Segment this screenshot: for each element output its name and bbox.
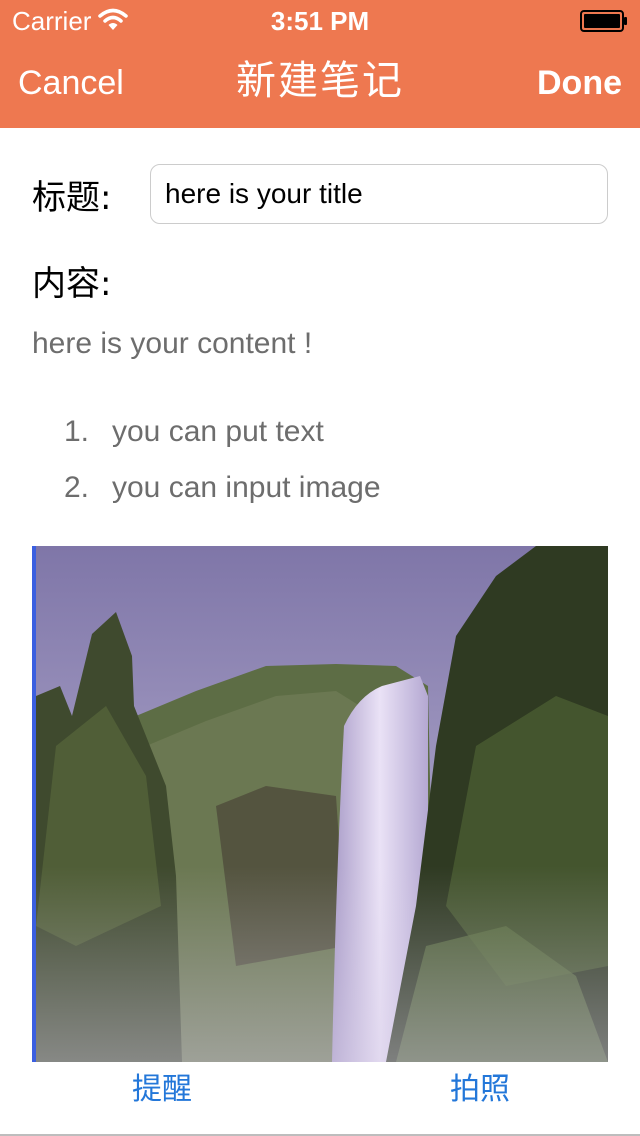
list-item-text: you can put text [112, 415, 324, 448]
done-button[interactable]: Done [537, 60, 622, 106]
content-text[interactable]: here is your content ! [32, 326, 312, 362]
navigation-bar: Cancel 新建笔记 Done [0, 40, 640, 128]
battery-icon [580, 10, 628, 32]
header: Carrier 3:51 PM Cancel 新建笔记 Done [0, 0, 640, 128]
title-label: 标题: [32, 178, 112, 218]
status-time: 3:51 PM [270, 6, 370, 36]
camera-button[interactable]: 拍照 [450, 1070, 510, 1110]
content-list: 1. you can put text 2. you can input image [64, 414, 381, 526]
list-item-number: 2. [64, 471, 90, 504]
list-item-number: 1. [64, 415, 90, 448]
list-item: 1. you can put text [64, 414, 381, 470]
cancel-button[interactable]: Cancel [18, 60, 124, 106]
content-label: 内容: [32, 264, 112, 304]
list-item-text: you can input image [112, 471, 381, 504]
waterfall-image [36, 546, 608, 1062]
list-item: 2. you can input image [64, 470, 381, 526]
waterfall-photo[interactable] [32, 546, 608, 1062]
title-input[interactable] [150, 164, 608, 224]
status-bar: Carrier 3:51 PM [0, 0, 640, 40]
reminder-button[interactable]: 提醒 [132, 1070, 192, 1110]
